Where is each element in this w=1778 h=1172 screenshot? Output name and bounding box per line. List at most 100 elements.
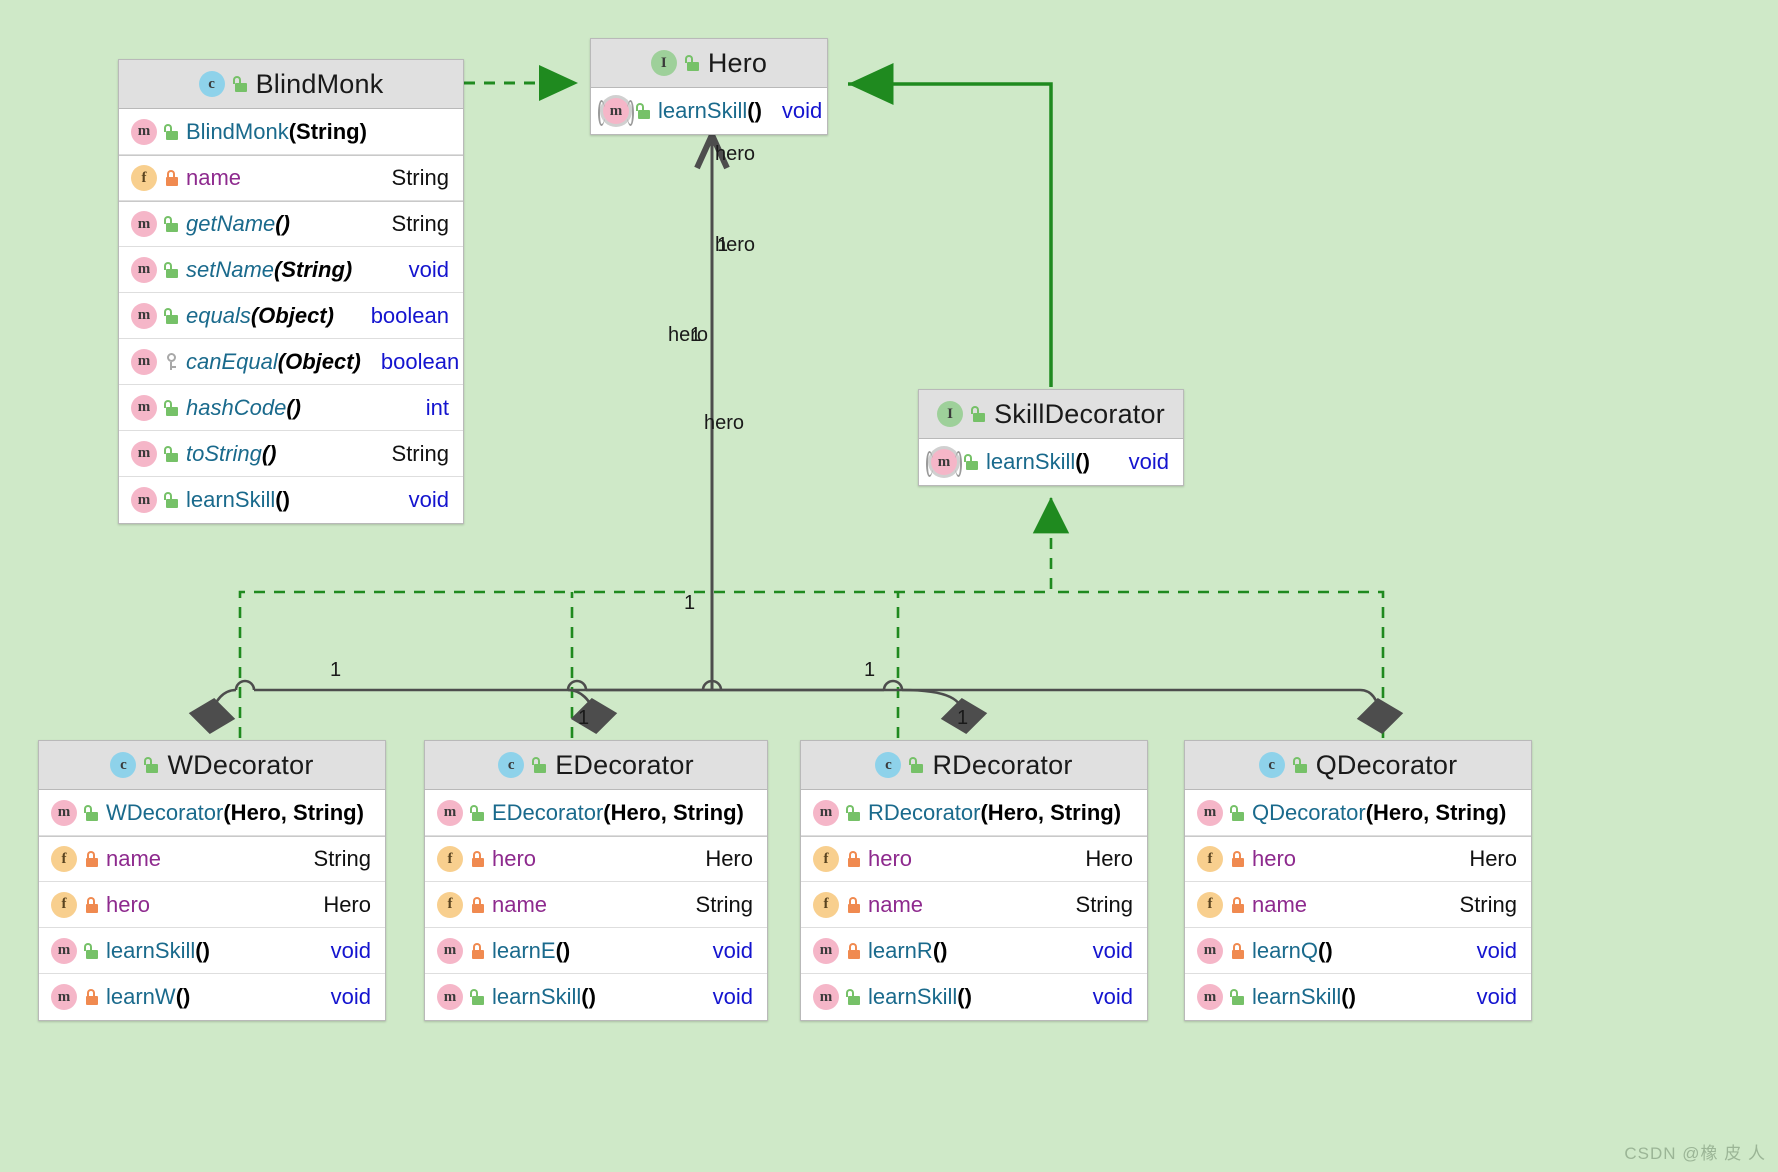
member-row[interactable]: m learnSkill() void <box>425 974 767 1020</box>
class-box-edecorator[interactable]: c EDecorator m EDecorator(Hero, String) f h… <box>424 740 768 1021</box>
unlock-icon <box>532 757 547 773</box>
member-row[interactable]: f name String <box>119 155 463 201</box>
diagram-canvas: Hero (solid green, right side) --> c Bli… <box>0 0 1778 1172</box>
abstract-method-icon: m <box>926 449 962 477</box>
lock-icon <box>846 942 861 959</box>
member-row[interactable]: m RDecorator(Hero, String) <box>801 790 1147 836</box>
member-row[interactable]: f name String <box>1185 882 1531 928</box>
member-row[interactable]: m EDecorator(Hero, String) <box>425 790 767 836</box>
class-header-wdecorator: c WDecorator <box>39 741 385 790</box>
member-name: hero <box>492 846 537 871</box>
member-row[interactable]: m learnR() void <box>801 928 1147 974</box>
member-row[interactable]: m WDecorator(Hero, String) <box>39 790 385 836</box>
member-row[interactable]: m learnSkill() void <box>801 974 1147 1020</box>
mult-label-r2: 1 <box>690 324 702 346</box>
member-row[interactable]: m QDecorator(Hero, String) <box>1185 790 1531 836</box>
member-row[interactable]: m learnQ() void <box>1185 928 1531 974</box>
member-signature: (Object) <box>250 302 334 328</box>
member-row[interactable]: m hashCode() int <box>119 385 463 431</box>
abstract-method-icon: m <box>598 98 634 126</box>
member-name: toString() <box>186 440 277 466</box>
member-signature: (String) <box>288 118 367 144</box>
member-name: hero <box>868 846 913 871</box>
member-signature: (Hero, String) <box>603 799 744 825</box>
member-signature: () <box>555 937 571 963</box>
member-name: name <box>492 891 548 917</box>
member-name: name <box>106 846 162 871</box>
mult-label-r: 1 <box>864 659 876 681</box>
member-name: hashCode() <box>186 394 301 420</box>
member-name: hero <box>106 891 151 917</box>
member-list-edecorator: m EDecorator(Hero, String) f hero Hero f name S… <box>425 790 767 1020</box>
member-name: learnW() <box>106 984 191 1009</box>
field-icon: f <box>131 165 157 191</box>
member-list-skilldecorator: m learnSkill() void <box>919 439 1183 485</box>
member-type: void <box>1092 984 1133 1009</box>
member-name: WDecorator(Hero, String) <box>106 799 364 825</box>
class-box-blindmonk[interactable]: c BlindMonk m BlindMonk(String) f name Strin… <box>118 59 464 524</box>
member-type: void <box>1128 449 1169 474</box>
member-row[interactable]: f hero Hero <box>425 836 767 882</box>
member-row[interactable]: m toString() String <box>119 431 463 477</box>
member-row[interactable]: m setName(String) void <box>119 247 463 293</box>
member-row[interactable]: m learnSkill() void <box>591 88 827 134</box>
member-row[interactable]: f name String <box>425 882 767 928</box>
member-name: EDecorator(Hero, String) <box>492 799 744 825</box>
member-signature: () <box>275 487 290 512</box>
method-icon: m <box>131 211 157 237</box>
member-row[interactable]: f hero Hero <box>39 882 385 928</box>
member-name: canEqual(Object) <box>186 348 361 374</box>
unlock-icon <box>684 55 700 71</box>
member-row[interactable]: m learnSkill() void <box>1185 974 1531 1020</box>
member-row[interactable]: f name String <box>801 882 1147 928</box>
member-row[interactable]: m learnSkill() void <box>119 477 463 523</box>
class-box-hero[interactable]: I Hero m learnSkill() void <box>590 38 828 135</box>
class-header-skilldecorator: I SkillDecorator <box>919 390 1183 439</box>
member-row[interactable]: f hero Hero <box>1185 836 1531 882</box>
method-icon: m <box>1197 984 1223 1010</box>
method-icon: m <box>51 984 77 1010</box>
member-type: Hero <box>323 891 371 917</box>
class-box-skilldecorator[interactable]: I SkillDecorator m learnSkill() void <box>918 389 1184 486</box>
member-name: learnSkill() <box>492 984 596 1009</box>
field-icon: f <box>51 891 77 918</box>
edge-label-hero-3: hero <box>668 324 709 346</box>
lock-icon <box>470 896 485 913</box>
member-row[interactable]: f hero Hero <box>801 836 1147 882</box>
method-icon: m <box>437 937 463 964</box>
field-icon: f <box>51 846 77 872</box>
field-icon: f <box>437 891 463 918</box>
field-icon: f <box>813 846 839 872</box>
member-type: void <box>712 984 753 1009</box>
member-row[interactable]: m getName() String <box>119 201 463 247</box>
member-row[interactable]: m equals(Object) boolean <box>119 293 463 339</box>
class-box-wdecorator[interactable]: c WDecorator m WDecorator(Hero, String) f n… <box>38 740 386 1021</box>
member-type: boolean <box>380 348 460 374</box>
lock-icon <box>164 170 179 186</box>
member-row[interactable]: m learnSkill() void <box>919 439 1183 485</box>
member-row[interactable]: f name String <box>39 836 385 882</box>
method-icon: m <box>437 799 463 826</box>
member-row[interactable]: m learnW() void <box>39 974 385 1020</box>
member-row[interactable]: m learnE() void <box>425 928 767 974</box>
class-box-rdecorator[interactable]: c RDecorator m RDecorator(Hero, String) f h… <box>800 740 1148 1021</box>
member-type: Hero <box>1469 846 1517 871</box>
class-box-qdecorator[interactable]: c QDecorator m QDecorator(Hero, String) f h… <box>1184 740 1532 1021</box>
member-row[interactable]: m canEqual(Object) boolean <box>119 339 463 385</box>
member-type: void <box>408 487 449 512</box>
member-name: name <box>1252 891 1308 917</box>
lock-icon <box>84 851 99 867</box>
member-name: name <box>186 165 242 190</box>
method-icon: m <box>131 348 157 375</box>
member-row[interactable]: m BlindMonk(String) <box>119 109 463 155</box>
member-row[interactable]: m learnSkill() void <box>39 928 385 974</box>
member-signature: () <box>957 984 972 1009</box>
unlock-icon <box>846 989 861 1005</box>
method-icon: m <box>131 440 157 467</box>
unlock-icon <box>84 804 99 821</box>
mult-label-e: 1 <box>578 707 590 729</box>
member-signature: () <box>1318 937 1333 963</box>
member-signature: () <box>261 440 277 466</box>
class-header-hero: I Hero <box>591 39 827 88</box>
method-icon: m <box>131 256 157 283</box>
